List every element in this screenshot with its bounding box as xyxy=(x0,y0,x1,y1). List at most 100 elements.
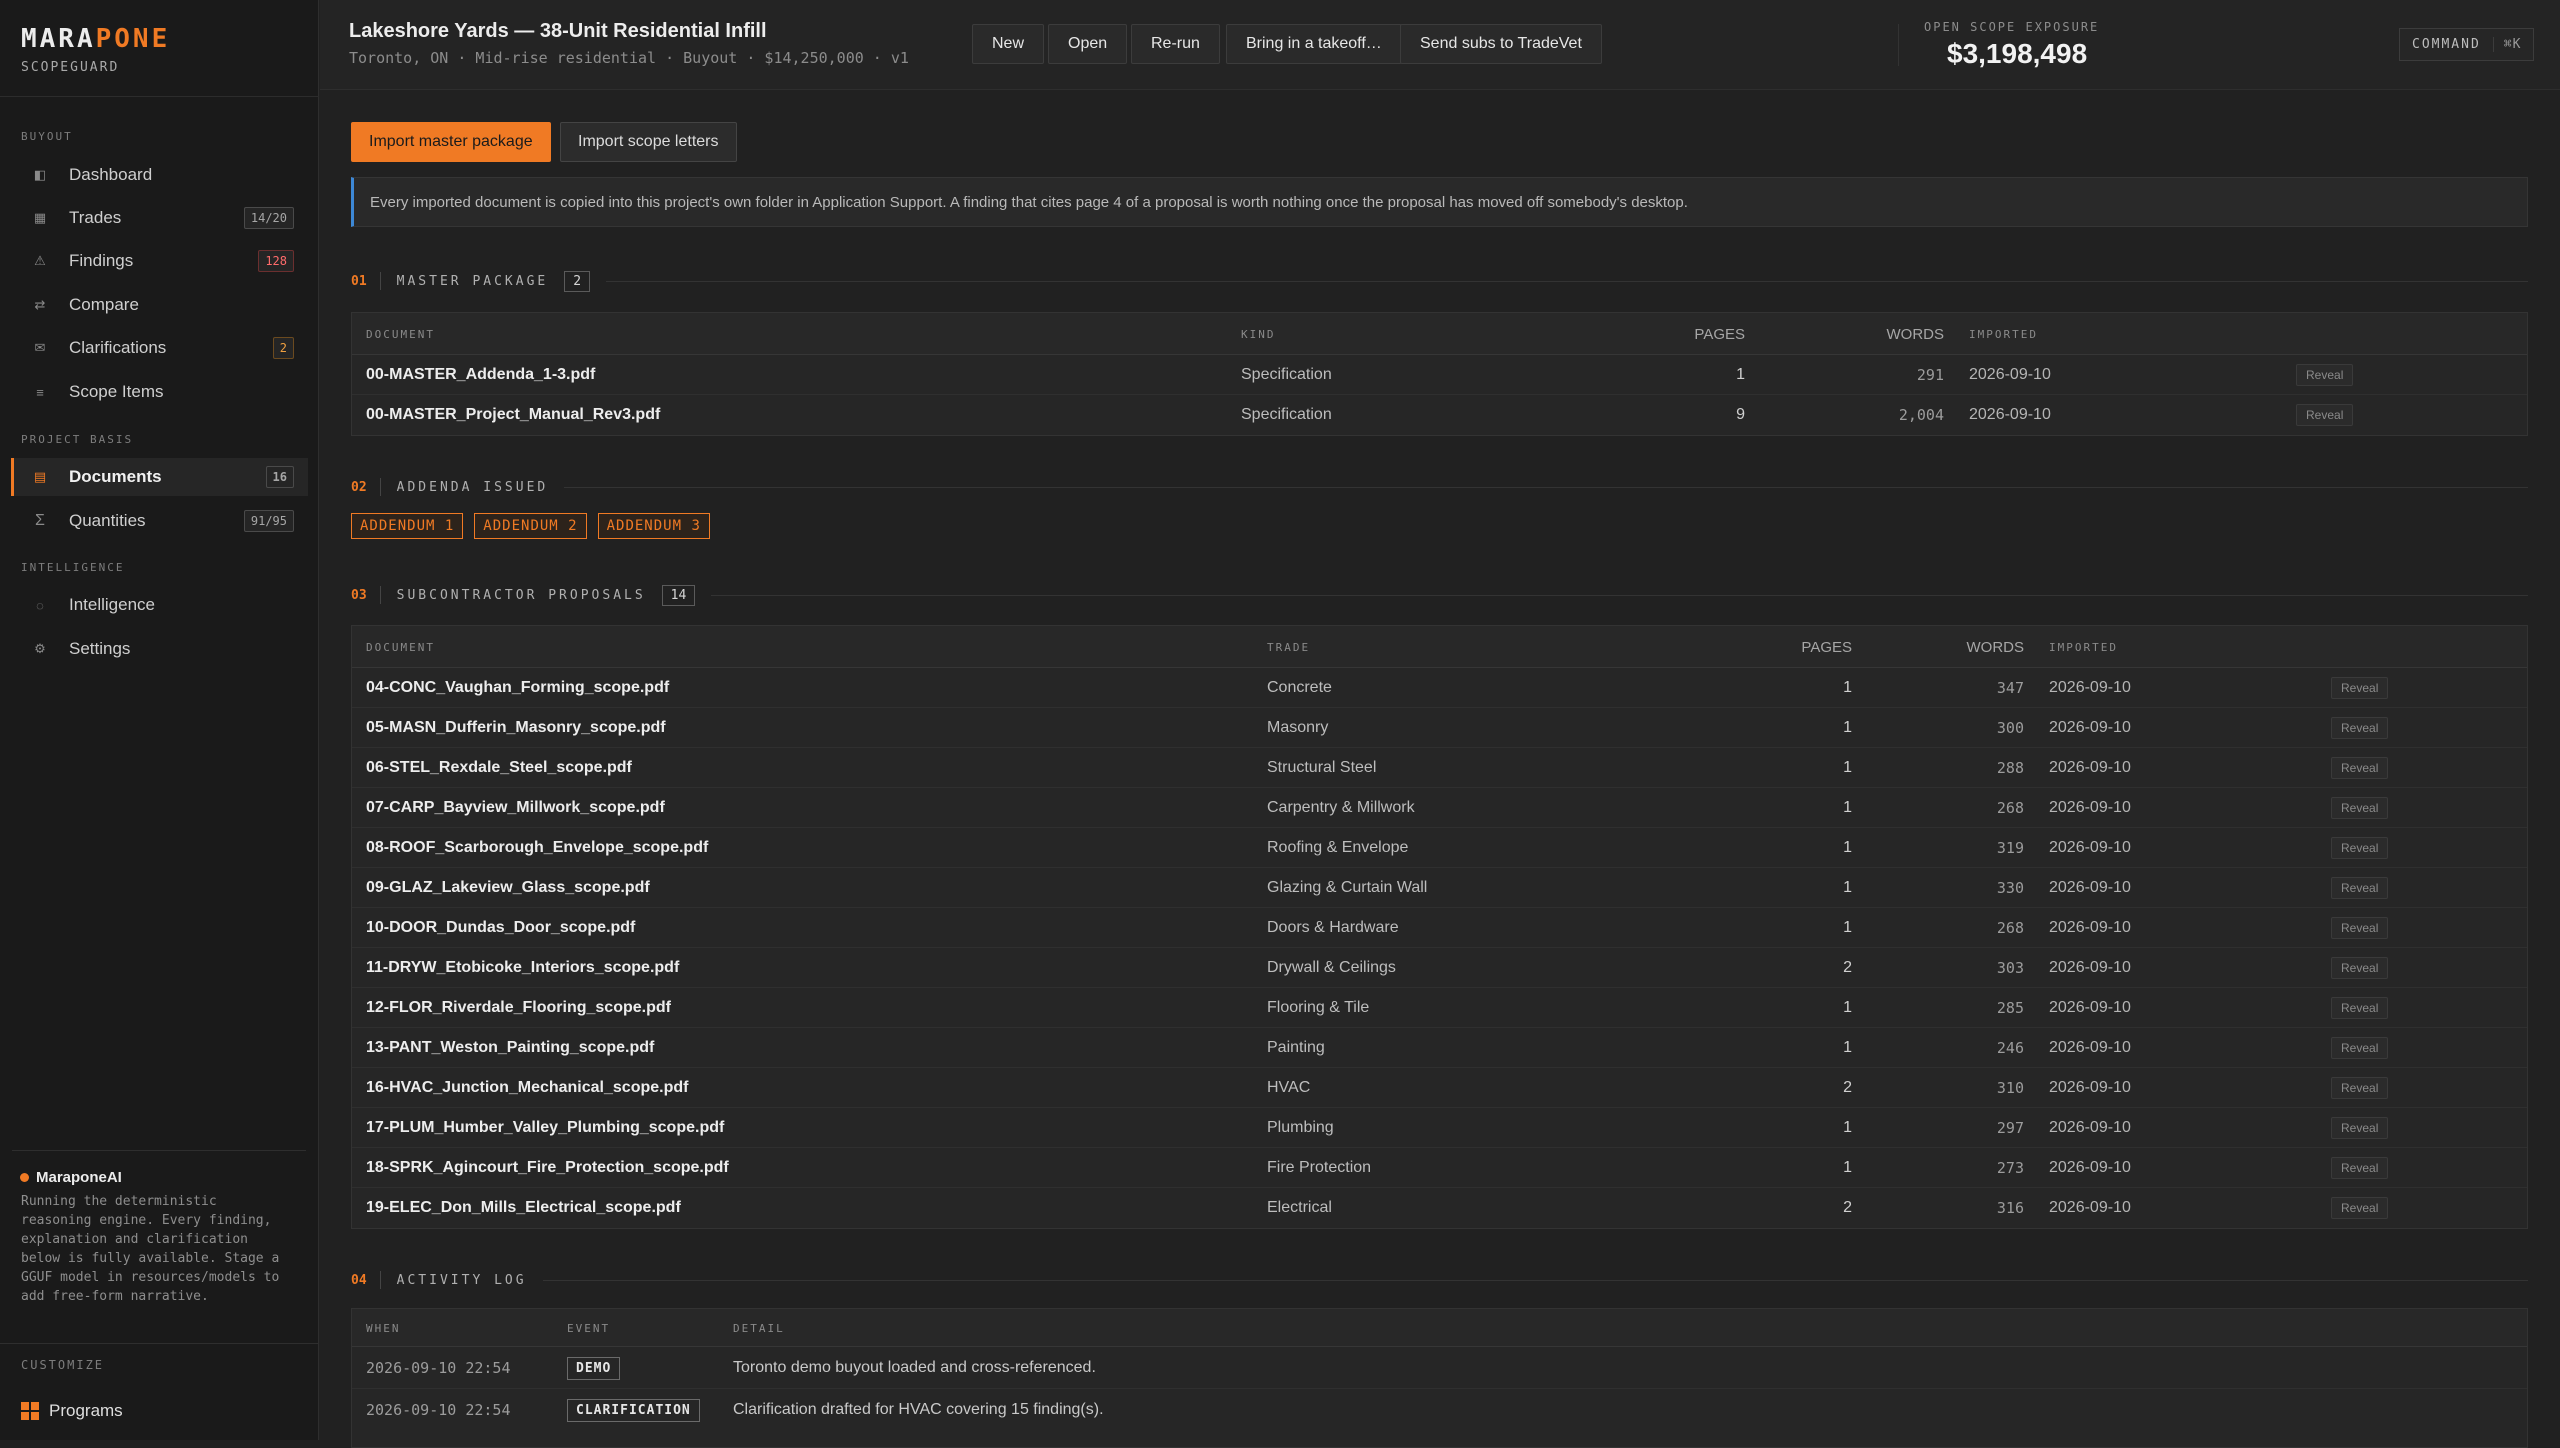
table-row[interactable]: 09-GLAZ_Lakeview_Glass_scope.pdf Glazing … xyxy=(352,868,2527,908)
brand-logo: MARAPONE xyxy=(21,24,171,54)
word-count: 2,004 xyxy=(1898,406,1944,424)
reveal-button[interactable]: Reveal xyxy=(2331,877,2389,899)
document-name: 06-STEL_Rexdale_Steel_scope.pdf xyxy=(366,759,632,776)
rerun-button[interactable]: Re-run xyxy=(1131,24,1220,64)
sidebar-item-settings[interactable]: ⚙ Settings xyxy=(11,630,308,668)
document-name: 10-DOOR_Dundas_Door_scope.pdf xyxy=(366,919,636,936)
reveal-button[interactable]: Reveal xyxy=(2331,1157,2389,1179)
table-row[interactable]: 13-PANT_Weston_Painting_scope.pdf Paintin… xyxy=(352,1028,2527,1068)
import-letters-button[interactable]: Import scope letters xyxy=(560,122,737,162)
document-name: 11-DRYW_Etobicoke_Interiors_scope.pdf xyxy=(366,959,680,976)
imported-date: 2026-09-10 xyxy=(1969,406,2051,423)
bring-takeoff-button[interactable]: Bring in a takeoff… xyxy=(1226,24,1402,64)
document-name: 17-PLUM_Humber_Valley_Plumbing_scope.pdf xyxy=(366,1119,725,1136)
findings-count-badge: 128 xyxy=(258,250,294,272)
word-count: 319 xyxy=(1996,839,2024,857)
document-name: 08-ROOF_Scarborough_Envelope_scope.pdf xyxy=(366,839,709,856)
sidebar-item-dashboard[interactable]: ◧ Dashboard xyxy=(11,156,308,194)
header: Lakeshore Yards — 38-Unit Residential In… xyxy=(320,0,2560,90)
page-count: 1 xyxy=(1843,719,1852,736)
activity-time: 2026-09-10 22:54 xyxy=(366,1359,511,1377)
trade-name: Fire Protection xyxy=(1267,1159,1372,1176)
table-row[interactable]: 04-CONC_Vaughan_Forming_scope.pdf Concret… xyxy=(352,668,2527,708)
reveal-button[interactable]: Reveal xyxy=(2331,1117,2389,1139)
sidebar-item-clarifications[interactable]: ✉ Clarifications 2 xyxy=(11,329,308,367)
document-name: 09-GLAZ_Lakeview_Glass_scope.pdf xyxy=(366,879,650,896)
table-row[interactable]: 11-DRYW_Etobicoke_Interiors_scope.pdf Dry… xyxy=(352,948,2527,988)
section-activity-log: 04 ACTIVITY LOG xyxy=(351,1268,2528,1292)
table-row[interactable]: 00-MASTER_Project_Manual_Rev3.pdf Specifi… xyxy=(352,395,2527,435)
addendum-badge[interactable]: ADDENDUM 3 xyxy=(597,513,710,539)
sidebar-item-scope-items[interactable]: ≡ Scope Items xyxy=(11,373,308,411)
sidebar: MARAPONE SCOPEGUARD BUYOUT ◧ Dashboard ▦… xyxy=(0,0,319,1440)
table-row[interactable]: 00-MASTER_Addenda_1-3.pdf Specification 1 2… xyxy=(352,355,2527,395)
addenda-list: ADDENDUM 1 ADDENDUM 2 ADDENDUM 3 xyxy=(351,513,710,539)
page-count: 1 xyxy=(1843,679,1852,696)
activity-table: WHEN EVENT DETAIL 2026-09-10 22:54 DEMO To… xyxy=(351,1308,2528,1448)
table-row[interactable]: 12-FLOR_Riverdale_Flooring_scope.pdf Floo… xyxy=(352,988,2527,1028)
sigma-icon: Σ xyxy=(35,512,45,529)
page-count: 1 xyxy=(1736,366,1745,383)
table-row[interactable]: 19-ELEC_Don_Mills_Electrical_scope.pdf El… xyxy=(352,1188,2527,1228)
sidebar-item-quantities[interactable]: Σ Quantities 91/95 xyxy=(11,502,308,540)
table-row[interactable]: 07-CARP_Bayview_Millwork_scope.pdf Carpen… xyxy=(352,788,2527,828)
reveal-button[interactable]: Reveal xyxy=(2331,797,2389,819)
document-name: 04-CONC_Vaughan_Forming_scope.pdf xyxy=(366,679,670,696)
sidebar-item-trades[interactable]: ▦ Trades 14/20 xyxy=(11,199,308,237)
word-count: 300 xyxy=(1996,719,2024,737)
activity-detail: Toronto demo buyout loaded and cross-ref… xyxy=(733,1359,1096,1376)
reveal-button[interactable]: Reveal xyxy=(2331,717,2389,739)
table-row[interactable]: 16-HVAC_Junction_Mechanical_scope.pdf HVA… xyxy=(352,1068,2527,1108)
command-palette-button[interactable]: COMMAND ⌘K xyxy=(2399,28,2535,61)
table-row[interactable]: 18-SPRK_Agincourt_Fire_Protection_scope.… xyxy=(352,1148,2527,1188)
trades-icon: ▦ xyxy=(33,210,47,225)
reveal-button[interactable]: Reveal xyxy=(2331,837,2389,859)
sidebar-item-findings[interactable]: ⚠ Findings 128 xyxy=(11,242,308,280)
imported-date: 2026-09-10 xyxy=(2049,959,2131,976)
ai-status-panel: MaraponeAI Running the deterministic rea… xyxy=(12,1150,306,1306)
sidebar-item-intelligence[interactable]: ◌ Intelligence xyxy=(11,586,308,624)
import-master-button[interactable]: Import master package xyxy=(351,122,551,162)
section-subcontractor-proposals: 03 SUBCONTRACTOR PROPOSALS 14 xyxy=(351,583,2528,607)
addendum-badge[interactable]: ADDENDUM 2 xyxy=(474,513,587,539)
reveal-button[interactable]: Reveal xyxy=(2331,1197,2389,1219)
clarifications-count-badge: 2 xyxy=(272,337,294,359)
imported-date: 2026-09-10 xyxy=(2049,879,2131,896)
send-subs-button[interactable]: Send subs to TradeVet xyxy=(1400,24,1602,64)
reveal-button[interactable]: Reveal xyxy=(2296,364,2354,386)
table-row[interactable]: 17-PLUM_Humber_Valley_Plumbing_scope.pdf… xyxy=(352,1108,2527,1148)
imported-date: 2026-09-10 xyxy=(2049,1079,2131,1096)
table-row[interactable]: 08-ROOF_Scarborough_Envelope_scope.pdf Ro… xyxy=(352,828,2527,868)
page-count: 1 xyxy=(1843,879,1852,896)
word-count: 330 xyxy=(1996,879,2024,897)
programs-button[interactable]: Programs xyxy=(21,1401,123,1421)
documents-count-badge: 16 xyxy=(265,466,294,488)
imported-date: 2026-09-10 xyxy=(2049,679,2131,696)
reveal-button[interactable]: Reveal xyxy=(2331,1037,2389,1059)
table-row[interactable]: 05-MASN_Dufferin_Masonry_scope.pdf Masonr… xyxy=(352,708,2527,748)
reveal-button[interactable]: Reveal xyxy=(2331,1077,2389,1099)
page-count: 1 xyxy=(1843,919,1852,936)
sidebar-item-documents[interactable]: ▤ Documents 16 xyxy=(11,458,308,496)
reveal-button[interactable]: Reveal xyxy=(2331,957,2389,979)
addendum-badge[interactable]: ADDENDUM 1 xyxy=(351,513,464,539)
open-button[interactable]: Open xyxy=(1048,24,1128,64)
reveal-button[interactable]: Reveal xyxy=(2331,997,2389,1019)
reveal-button[interactable]: Reveal xyxy=(2296,404,2354,426)
document-name: 12-FLOR_Riverdale_Flooring_scope.pdf xyxy=(366,999,671,1016)
reveal-button[interactable]: Reveal xyxy=(2331,757,2389,779)
table-row[interactable]: 10-DOOR_Dundas_Door_scope.pdf Doors & Har… xyxy=(352,908,2527,948)
reveal-button[interactable]: Reveal xyxy=(2331,677,2389,699)
word-count: 310 xyxy=(1996,1079,2024,1097)
sidebar-item-compare[interactable]: ⇄ Compare xyxy=(11,286,308,324)
trade-name: Glazing & Curtain Wall xyxy=(1267,879,1428,896)
page-count: 9 xyxy=(1736,406,1745,423)
divider xyxy=(1898,24,1899,66)
event-badge: DEMO xyxy=(567,1356,621,1380)
reveal-button[interactable]: Reveal xyxy=(2331,917,2389,939)
table-row[interactable]: 06-STEL_Rexdale_Steel_scope.pdf Structura… xyxy=(352,748,2527,788)
imported-date: 2026-09-10 xyxy=(2049,1039,2131,1056)
page-count: 2 xyxy=(1843,1079,1852,1096)
trade-name: Concrete xyxy=(1267,679,1332,696)
new-button[interactable]: New xyxy=(972,24,1045,64)
